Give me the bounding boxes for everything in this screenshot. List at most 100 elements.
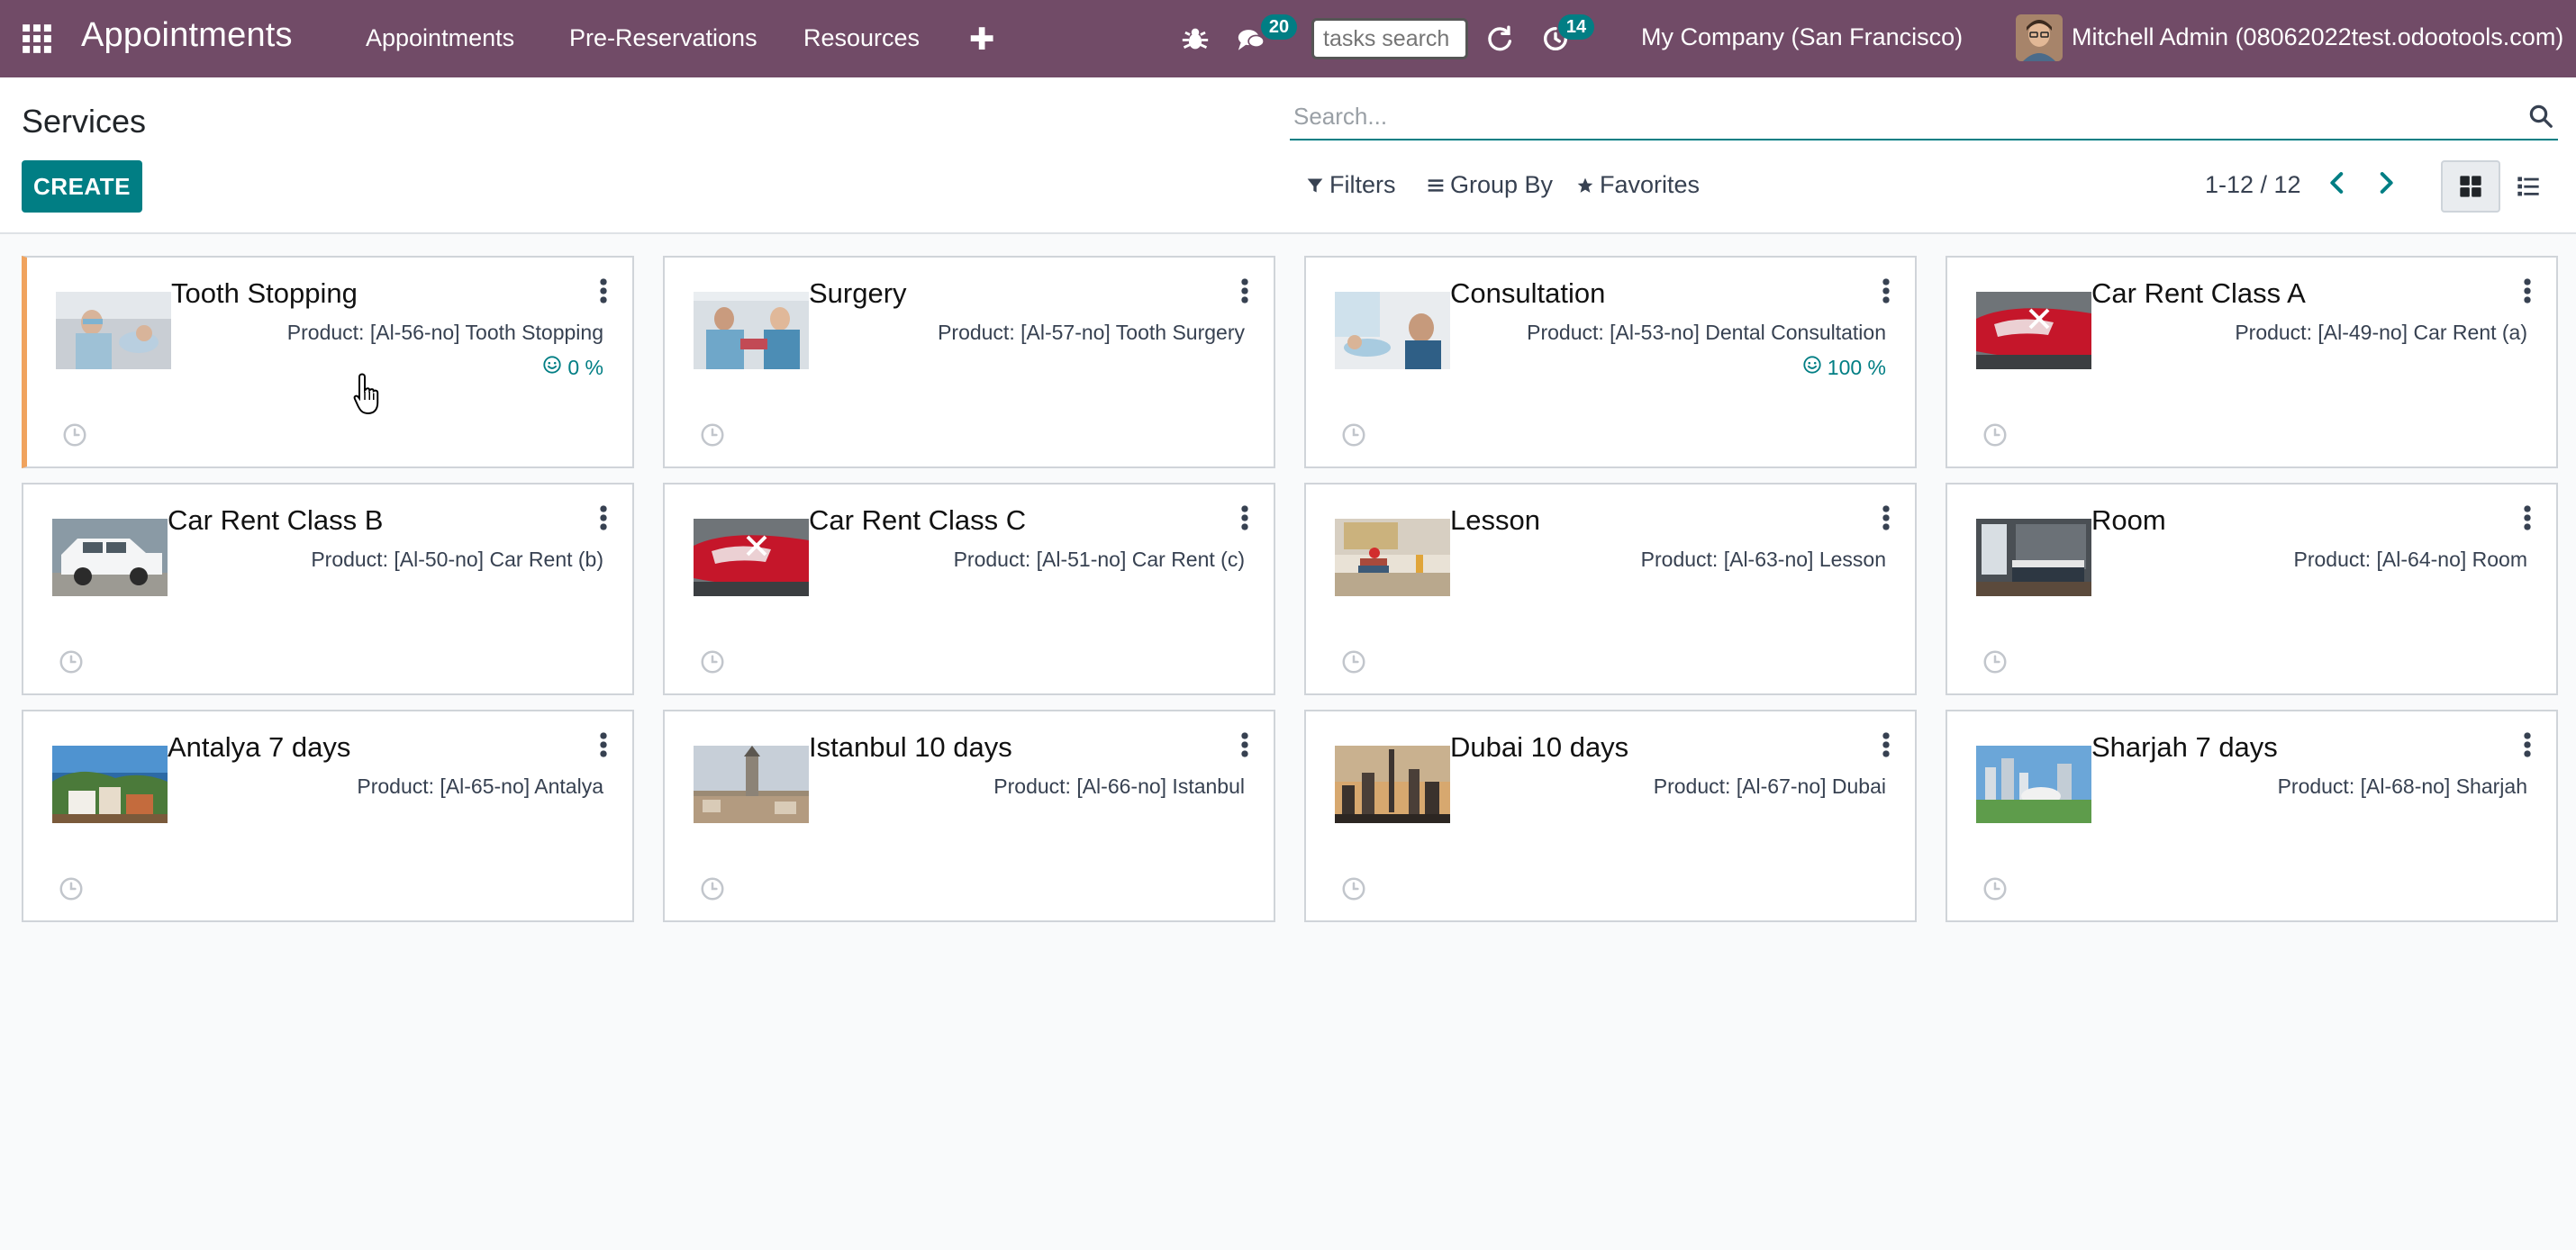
- menu-item-resources[interactable]: Resources: [803, 24, 920, 52]
- bedroom-photo: [1976, 519, 2091, 596]
- smile-icon: [542, 355, 562, 380]
- filters-button[interactable]: Filters: [1306, 171, 1396, 199]
- favorites-label: Favorites: [1600, 171, 1701, 198]
- card-dropdown-icon[interactable]: [2522, 731, 2533, 758]
- user-menu[interactable]: Mitchell Admin (08062022test.odootools.c…: [2072, 23, 2563, 51]
- card-dropdown-icon[interactable]: [2522, 504, 2533, 531]
- list-view-icon: [2517, 177, 2539, 196]
- card-product: Product: [Al-64-no] Room: [2293, 548, 2527, 571]
- kanban-card[interactable]: Istanbul 10 days Product: [Al-66-no] Ista…: [663, 710, 1275, 922]
- apps-grid-icon[interactable]: [20, 22, 54, 56]
- kanban-card[interactable]: Surgery Product: [Al-57-no] Tooth Surgery: [663, 256, 1275, 468]
- card-dropdown-icon[interactable]: [1239, 731, 1250, 758]
- tasks-search-input[interactable]: [1311, 18, 1468, 59]
- card-title: Lesson: [1450, 504, 1540, 536]
- activity-clock-icon[interactable]: [1982, 421, 2009, 448]
- white-suv-photo: [52, 519, 168, 596]
- menu-item-pre-reservations[interactable]: Pre-Reservations: [569, 24, 757, 52]
- kanban-card[interactable]: Room Product: [Al-64-no] Room: [1946, 483, 2558, 695]
- activity-clock-icon[interactable]: [699, 875, 726, 902]
- sharjah-skyline-photo: [1976, 746, 2091, 823]
- group-by-button[interactable]: Group By: [1427, 171, 1553, 199]
- card-dropdown-icon[interactable]: [1239, 277, 1250, 304]
- activity-clock-icon[interactable]: [58, 648, 85, 675]
- card-title: Room: [2091, 504, 2166, 536]
- list-view-button[interactable]: [2499, 160, 2558, 213]
- card-dropdown-icon[interactable]: [1881, 504, 1891, 531]
- kanban-card[interactable]: Car Rent Class C Product: [Al-51-no] Car …: [663, 483, 1275, 695]
- refresh-icon[interactable]: [1484, 23, 1515, 54]
- rating-value: 100 %: [1827, 355, 1886, 379]
- pager-next-icon[interactable]: [2371, 168, 2401, 198]
- card-title: Dubai 10 days: [1450, 731, 1629, 763]
- activity-clock-icon[interactable]: [699, 648, 726, 675]
- activity-clock-icon[interactable]: [1982, 648, 2009, 675]
- card-product: Product: [Al-68-no] Sharjah: [2277, 774, 2527, 798]
- top-navbar: Appointments Appointments Pre-Reservatio…: [0, 0, 2576, 77]
- dentist-patient-photo: [56, 292, 171, 369]
- card-product: Product: [Al-49-no] Car Rent (a): [2235, 321, 2527, 344]
- card-title: Car Rent Class B: [168, 504, 384, 536]
- filters-label: Filters: [1329, 171, 1396, 198]
- activity-clock-icon[interactable]: [1982, 875, 2009, 902]
- kanban-card[interactable]: Tooth Stopping Product: [Al-56-no] Tooth …: [22, 256, 634, 468]
- activity-clock-icon[interactable]: [58, 875, 85, 902]
- card-product: Product: [Al-57-no] Tooth Surgery: [938, 321, 1245, 344]
- user-avatar[interactable]: [2016, 14, 2063, 61]
- card-dropdown-icon[interactable]: [598, 731, 609, 758]
- create-button[interactable]: CREATE: [22, 160, 142, 213]
- favorites-button[interactable]: Favorites: [1576, 171, 1700, 199]
- red-car-photo: [694, 519, 809, 596]
- pager-value[interactable]: 1-12 / 12: [2205, 171, 2301, 199]
- search-input[interactable]: [1290, 94, 2515, 139]
- dental-surgery-photo: [694, 292, 809, 369]
- rating-value: 0 %: [567, 355, 603, 379]
- card-title: Tooth Stopping: [171, 277, 358, 309]
- filter-icon: [1307, 178, 1323, 192]
- search-bar: [1290, 94, 2558, 140]
- card-title: Sharjah 7 days: [2091, 731, 2278, 763]
- dental-consultation-photo: [1335, 292, 1450, 369]
- card-dropdown-icon[interactable]: [2522, 277, 2533, 304]
- card-dropdown-icon[interactable]: [1881, 731, 1891, 758]
- debug-bug-icon[interactable]: [1180, 23, 1211, 54]
- dubai-skyline-photo: [1335, 746, 1450, 823]
- kanban-card[interactable]: Dubai 10 days Product: [Al-67-no] Dubai: [1304, 710, 1917, 922]
- group-by-label: Group By: [1450, 171, 1554, 198]
- card-product: Product: [Al-63-no] Lesson: [1640, 548, 1886, 571]
- kanban-card[interactable]: Sharjah 7 days Product: [Al-68-no] Sharja…: [1946, 710, 2558, 922]
- activities-badge: 14: [1558, 14, 1594, 40]
- activity-clock-icon[interactable]: [1340, 421, 1367, 448]
- messages-badge: 20: [1261, 14, 1297, 40]
- card-dropdown-icon[interactable]: [598, 277, 609, 304]
- activity-clock-icon[interactable]: [699, 421, 726, 448]
- card-product: Product: [Al-53-no] Dental Consultation: [1527, 321, 1886, 344]
- activity-clock-icon[interactable]: [1340, 875, 1367, 902]
- plus-icon[interactable]: ✚: [969, 22, 995, 58]
- kanban-view-button[interactable]: [2441, 160, 2500, 213]
- kanban-card[interactable]: Car Rent Class A Product: [Al-49-no] Car …: [1946, 256, 2558, 468]
- card-product: Product: [Al-51-no] Car Rent (c): [953, 548, 1245, 571]
- kanban-card[interactable]: Lesson Product: [Al-63-no] Lesson: [1304, 483, 1917, 695]
- search-icon[interactable]: [2527, 103, 2554, 130]
- card-dropdown-icon[interactable]: [1881, 277, 1891, 304]
- card-title: Antalya 7 days: [168, 731, 351, 763]
- app-title[interactable]: Appointments: [81, 16, 293, 55]
- company-switcher[interactable]: My Company (San Francisco): [1641, 23, 1963, 51]
- kanban-card[interactable]: Car Rent Class B Product: [Al-50-no] Car …: [22, 483, 634, 695]
- menu-item-appointments[interactable]: Appointments: [366, 24, 514, 52]
- card-title: Surgery: [809, 277, 907, 309]
- card-title: Car Rent Class A: [2091, 277, 2306, 309]
- kanban-card[interactable]: Antalya 7 days Product: [Al-65-no] Antaly…: [22, 710, 634, 922]
- card-dropdown-icon[interactable]: [1239, 504, 1250, 531]
- hand-cursor-icon: [353, 373, 379, 414]
- activity-clock-icon[interactable]: [1340, 648, 1367, 675]
- card-dropdown-icon[interactable]: [598, 504, 609, 531]
- pager-previous-icon[interactable]: [2322, 168, 2353, 198]
- kanban-card[interactable]: Consultation Product: [Al-53-no] Dental C…: [1304, 256, 1917, 468]
- card-product: Product: [Al-50-no] Car Rent (b): [311, 548, 603, 571]
- card-product: Product: [Al-65-no] Antalya: [357, 774, 603, 798]
- card-product: Product: [Al-66-no] Istanbul: [993, 774, 1245, 798]
- activity-clock-icon[interactable]: [61, 421, 88, 448]
- desk-books-photo: [1335, 519, 1450, 596]
